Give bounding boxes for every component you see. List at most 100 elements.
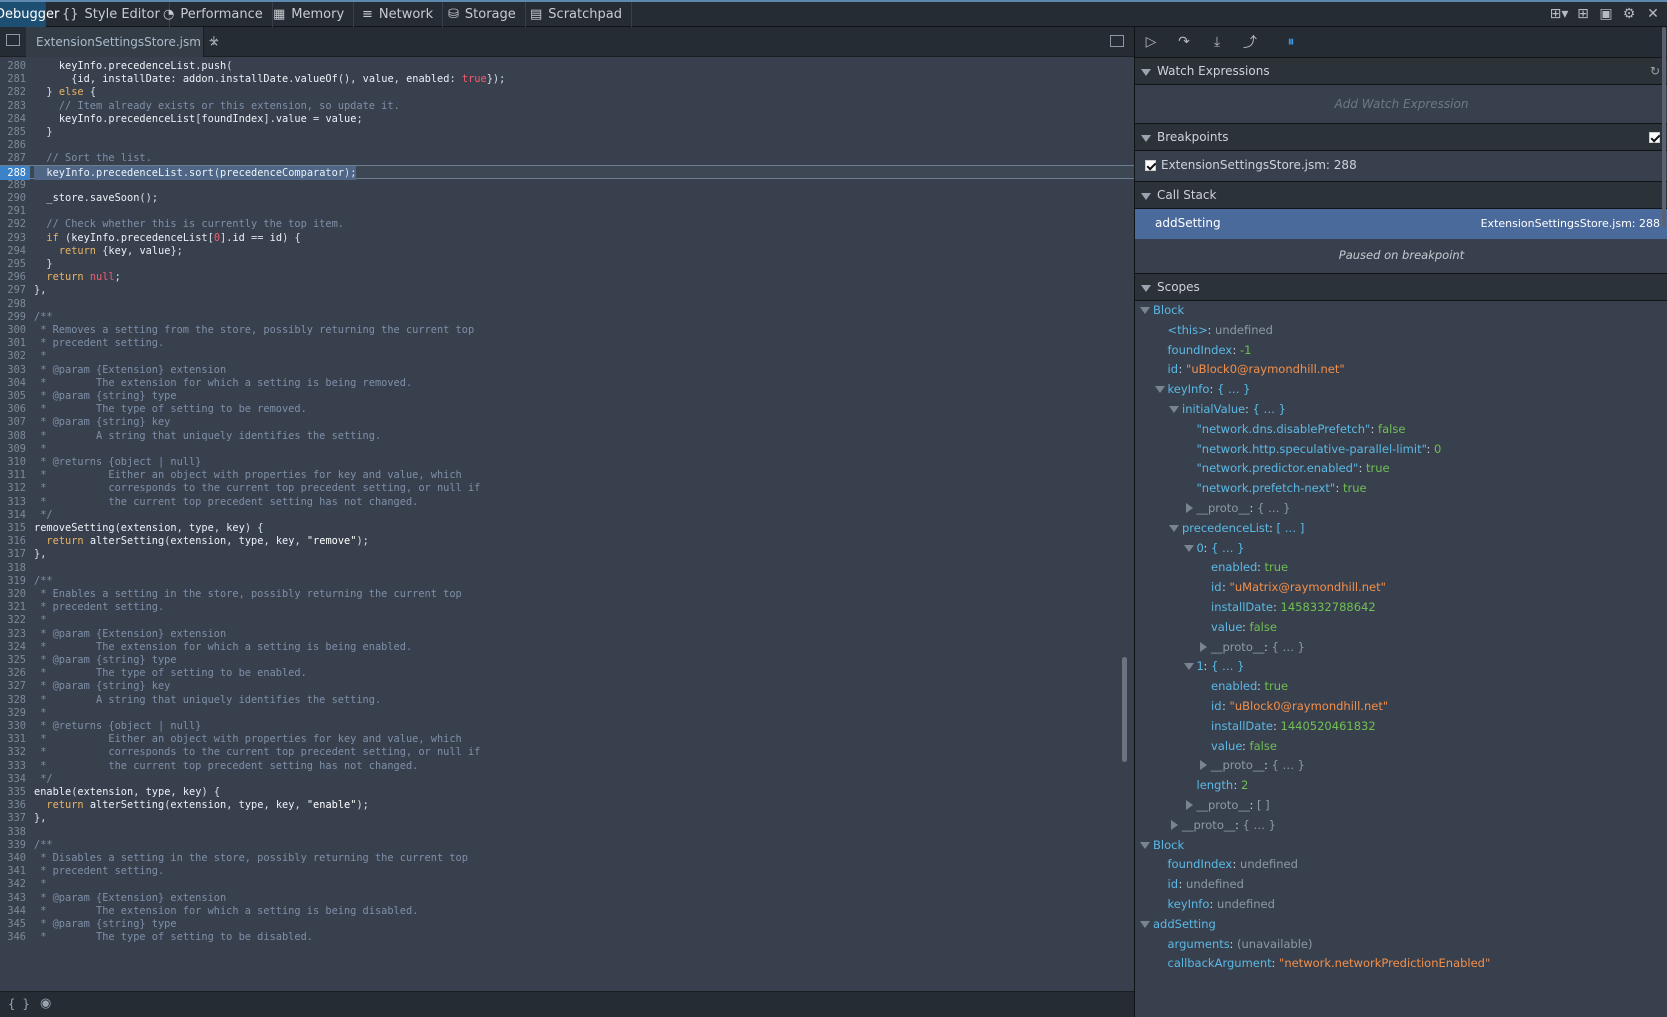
scope-variable[interactable]: "network.http.speculative-parallel-limit… <box>1135 439 1667 459</box>
step-over-icon[interactable]: ↷ <box>1173 31 1195 53</box>
line-number[interactable]: 333 <box>0 759 26 773</box>
refresh-icon[interactable]: ↻ <box>1650 64 1660 78</box>
code-line[interactable]: 344 * The extension for which a setting … <box>0 904 1134 918</box>
code-line[interactable]: 333 * the current top precedent setting … <box>0 759 1134 773</box>
tab-memory[interactable]: ▦ Memory <box>264 2 355 27</box>
line-number[interactable]: 340 <box>0 851 26 865</box>
line-number[interactable]: 283 <box>0 99 26 113</box>
code-line[interactable]: 336 return alterSetting(extension, type,… <box>0 798 1134 812</box>
collapsed-arrow-icon[interactable] <box>1200 641 1207 652</box>
call-stack-header[interactable]: Call Stack <box>1135 181 1667 209</box>
close-icon[interactable]: ✕ <box>1643 4 1663 24</box>
line-number[interactable]: 303 <box>0 363 26 377</box>
line-number[interactable]: 305 <box>0 389 26 403</box>
scope-variable[interactable]: argumentsarguments : (unavailable) <box>1135 934 1667 954</box>
scope-variable[interactable]: foundIndexfoundIndex : undefined <box>1135 854 1667 874</box>
breakpoint-item[interactable]: ExtensionSettingsStore.jsm: 288 <box>1135 151 1667 181</box>
code-line[interactable]: 322 * <box>0 613 1134 627</box>
line-number[interactable]: 318 <box>0 561 26 575</box>
code-line[interactable]: 342 * <box>0 877 1134 891</box>
expanded-arrow-icon[interactable] <box>1140 307 1150 314</box>
line-number[interactable]: 280 <box>0 59 26 73</box>
code-line[interactable]: 301 * precedent setting. <box>0 336 1134 350</box>
breakpoints-header[interactable]: Breakpoints <box>1135 123 1667 151</box>
scope-variable[interactable]: installDateinstallDate : 1458332788642 <box>1135 597 1667 617</box>
code-line[interactable]: 343 * @param {Extension} extension <box>0 891 1134 905</box>
code-line[interactable]: 328 * A string that uniquely identifies … <box>0 693 1134 707</box>
line-number[interactable]: 282 <box>0 85 26 99</box>
line-number[interactable]: 311 <box>0 468 26 482</box>
scope-variable[interactable]: <this><this> : undefined <box>1135 320 1667 340</box>
code-line[interactable]: 294 return {key, value}; <box>0 244 1134 258</box>
code-line[interactable]: 304 * The extension for which a setting … <box>0 376 1134 390</box>
line-number[interactable]: 342 <box>0 877 26 891</box>
code-line[interactable]: 320 * Enables a setting in the store, po… <box>0 587 1134 601</box>
line-number[interactable]: 337 <box>0 811 26 825</box>
code-line[interactable]: 287 // Sort the list. <box>0 151 1134 165</box>
code-line[interactable]: 325 * @param {string} type <box>0 653 1134 667</box>
line-number[interactable]: 308 <box>0 429 26 443</box>
pretty-print-icon[interactable]: { } <box>8 997 30 1011</box>
line-number[interactable]: 306 <box>0 402 26 416</box>
step-in-icon[interactable]: ⤓ <box>1206 31 1228 53</box>
dock-layout-icon[interactable]: ⊞▾ <box>1546 4 1572 24</box>
line-number[interactable]: 294 <box>0 244 26 258</box>
code-line[interactable]: 290 _store.saveSoon(); <box>0 191 1134 205</box>
code-line[interactable]: 302 * <box>0 349 1134 363</box>
toggle-sources-icon[interactable] <box>6 34 20 46</box>
scope-variable[interactable]: 00 : { … } <box>1135 538 1667 558</box>
code-line[interactable]: 284 keyInfo.precedenceList[foundIndex].v… <box>0 112 1134 126</box>
code-editor[interactable]: 280 keyInfo.precedenceList.push(281 {id,… <box>0 57 1134 991</box>
line-number[interactable]: 345 <box>0 917 26 931</box>
line-number[interactable]: 307 <box>0 415 26 429</box>
line-number[interactable]: 287 <box>0 151 26 165</box>
code-line[interactable]: 281 {id, installDate: addon.installDate.… <box>0 72 1134 86</box>
paused-line[interactable]: 288 keyInfo.precedenceList.sort(preceden… <box>0 164 1134 180</box>
code-line[interactable]: 341 * precedent setting. <box>0 864 1134 878</box>
line-number[interactable]: 334 <box>0 772 26 786</box>
code-line[interactable]: 285 } <box>0 125 1134 139</box>
toggle-sidebar-icon[interactable] <box>1110 35 1124 47</box>
line-number[interactable]: 321 <box>0 600 26 614</box>
tab-debugger[interactable]: Debugger <box>0 2 59 27</box>
line-number[interactable]: 343 <box>0 891 26 905</box>
code-line[interactable]: 315 removeSetting(extension, type, key) { <box>0 521 1134 535</box>
collapsed-arrow-icon[interactable] <box>1200 760 1207 771</box>
code-line[interactable]: 282 } else { <box>0 85 1134 99</box>
line-number[interactable]: 281 <box>0 72 26 86</box>
code-line[interactable]: 338 <box>0 825 1134 839</box>
scope-block[interactable]: addSetting <box>1135 914 1667 934</box>
code-line[interactable]: 313 * the current top precedent setting … <box>0 495 1134 509</box>
code-line[interactable]: 314 */ <box>0 508 1134 522</box>
editor-scrollbar[interactable] <box>1122 657 1127 762</box>
code-line[interactable]: 317}, <box>0 547 1134 561</box>
scope-variable[interactable]: keyInfokeyInfo : { … } <box>1135 379 1667 399</box>
line-number[interactable]: 300 <box>0 323 26 337</box>
scope-variable[interactable]: idid : "uBlock0@raymondhill.net" <box>1135 359 1667 379</box>
code-line[interactable]: 286 <box>0 138 1134 152</box>
expanded-arrow-icon[interactable] <box>1183 544 1194 552</box>
code-line[interactable]: 345 * @param {string} type <box>0 917 1134 931</box>
code-line[interactable]: 327 * @param {string} key <box>0 679 1134 693</box>
line-number[interactable]: 315 <box>0 521 26 535</box>
code-line[interactable]: 296 return null; <box>0 270 1134 284</box>
sidebar-scrollbar[interactable] <box>1662 27 1666 227</box>
line-number[interactable]: 325 <box>0 653 26 667</box>
scope-variable[interactable]: enabledenabled : true <box>1135 676 1667 696</box>
code-line[interactable]: 308 * A string that uniquely identifies … <box>0 429 1134 443</box>
line-number[interactable]: 324 <box>0 640 26 654</box>
code-line[interactable]: 310 * @returns {object | null} <box>0 455 1134 469</box>
eye-icon[interactable]: ◉ <box>40 996 51 1011</box>
expanded-arrow-icon[interactable] <box>1169 406 1179 413</box>
line-number[interactable]: 304 <box>0 376 26 390</box>
line-number[interactable]: 290 <box>0 191 26 205</box>
line-number[interactable]: 317 <box>0 547 26 561</box>
code-line[interactable]: 280 keyInfo.precedenceList.push( <box>0 59 1134 73</box>
code-line[interactable]: 300 * Removes a setting from the store, … <box>0 323 1134 337</box>
collapsed-arrow-icon[interactable] <box>1171 819 1178 830</box>
scope-variable[interactable]: __proto____proto__ : { … } <box>1135 498 1667 518</box>
expanded-arrow-icon[interactable] <box>1140 920 1150 928</box>
code-line[interactable]: 316 return alterSetting(extension, type,… <box>0 534 1134 548</box>
scope-variable[interactable]: idid : "uBlock0@raymondhill.net" <box>1135 696 1667 716</box>
line-number[interactable]: 313 <box>0 495 26 509</box>
